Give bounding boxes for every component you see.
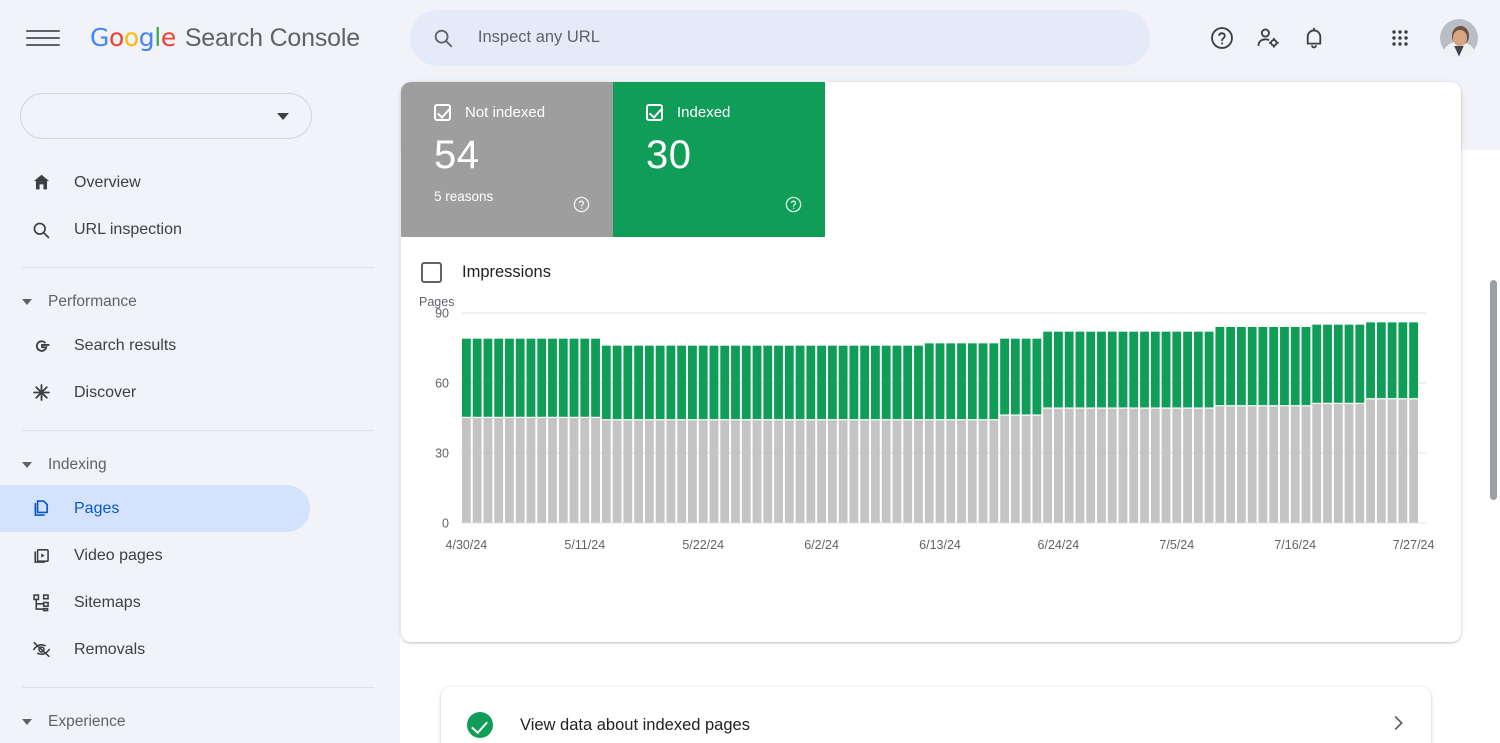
impressions-label: Impressions	[462, 263, 551, 282]
svg-text:6/13/24: 6/13/24	[919, 538, 961, 552]
brand-logo[interactable]: Google Search Console	[90, 23, 360, 53]
pages-copy-icon	[28, 498, 54, 519]
sidebar-item-sitemaps[interactable]: Sitemaps	[0, 579, 310, 626]
chevron-down-icon	[22, 462, 32, 468]
sidebar-item-removals[interactable]: Removals	[0, 626, 310, 673]
sidebar-divider	[22, 687, 374, 688]
sidebar-nav: Overview URL inspection Performance	[0, 75, 400, 743]
discover-asterisk-icon	[28, 382, 54, 403]
google-wordmark: Google	[90, 23, 176, 52]
menu-bar	[26, 44, 60, 46]
sidebar-divider	[22, 267, 374, 268]
video-page-icon	[28, 545, 54, 566]
sidebar-item-label: Overview	[74, 174, 141, 192]
menu-bar	[26, 37, 60, 39]
view-indexed-pages-row[interactable]: View data about indexed pages	[441, 687, 1431, 743]
avatar[interactable]	[1440, 19, 1478, 57]
page-indexing-card: Not indexed 54 5 reasons Indexed 30	[401, 82, 1461, 642]
impressions-toggle[interactable]: Impressions	[401, 237, 1461, 283]
status-card-value: 30	[646, 133, 825, 178]
sidebar-item-label: Search results	[74, 337, 176, 355]
chevron-down-icon	[22, 299, 32, 305]
svg-text:5/11/24: 5/11/24	[564, 538, 605, 552]
sidebar-item-label: Discover	[74, 384, 136, 402]
person-gear-icon[interactable]	[1245, 15, 1291, 61]
checkbox-checked-icon[interactable]	[646, 104, 663, 121]
status-card-indexed[interactable]: Indexed 30	[613, 82, 825, 237]
sidebar-top-items: Overview URL inspection	[0, 159, 400, 253]
chevron-down-icon	[22, 719, 32, 725]
product-name: Search Console	[185, 24, 360, 53]
sidebar-item-label: Pages	[74, 500, 119, 518]
chevron-right-icon	[1387, 712, 1409, 739]
hamburger-menu-icon[interactable]	[26, 21, 60, 55]
search-console-app: Google Search Console	[0, 0, 1500, 743]
sidebar-group-performance[interactable]: Performance	[0, 282, 400, 322]
svg-text:4/30/24: 4/30/24	[446, 538, 488, 552]
sidebar-item-label: Removals	[74, 641, 145, 659]
svg-text:6/24/24: 6/24/24	[1038, 538, 1080, 552]
help-circle-icon[interactable]	[572, 195, 591, 219]
top-app-bar: Google Search Console	[0, 0, 1500, 75]
chart-y-axis-unit: Pages	[419, 295, 454, 309]
checkbox-checked-icon[interactable]	[434, 104, 451, 121]
svg-text:0: 0	[442, 517, 449, 531]
url-inspection-searchbar[interactable]	[410, 10, 1150, 66]
apps-grid-icon[interactable]	[1377, 15, 1423, 61]
sidebar-group-experience[interactable]: Experience	[0, 702, 400, 742]
sitemap-icon	[28, 592, 54, 613]
sidebar-item-url-inspection[interactable]: URL inspection	[0, 206, 310, 253]
sidebar-divider	[22, 430, 374, 431]
svg-text:7/5/24: 7/5/24	[1159, 538, 1194, 552]
search-container	[410, 10, 1150, 66]
sidebar-group-label: Performance	[48, 293, 137, 311]
status-card-header: Not indexed	[434, 104, 613, 121]
sidebar-item-label: Sitemaps	[74, 594, 141, 612]
vertical-scrollbar[interactable]	[1490, 280, 1497, 500]
svg-text:60: 60	[435, 377, 449, 391]
sidebar-group-label: Experience	[48, 713, 126, 731]
search-icon	[432, 27, 454, 49]
sidebar-item-label: Video pages	[74, 547, 163, 565]
svg-text:5/22/24: 5/22/24	[682, 538, 724, 552]
status-card-label: Indexed	[677, 104, 730, 121]
sidebar-item-search-results[interactable]: Search results	[0, 322, 310, 369]
svg-text:7/16/24: 7/16/24	[1274, 538, 1316, 552]
status-card-header: Indexed	[646, 104, 825, 121]
home-icon	[28, 172, 54, 193]
status-card-label: Not indexed	[465, 104, 545, 121]
avatar-face	[1453, 30, 1467, 46]
top-bar-actions	[1199, 15, 1478, 61]
sidebar-group-label: Indexing	[48, 456, 107, 474]
check-circle-icon	[467, 712, 493, 738]
svg-text:7/27/24: 7/27/24	[1393, 538, 1435, 552]
menu-bar	[26, 30, 60, 32]
sidebar-item-discover[interactable]: Discover	[0, 369, 310, 416]
status-card-value: 54	[434, 133, 613, 178]
property-selector[interactable]	[20, 93, 312, 139]
sidebar-item-label: URL inspection	[74, 221, 182, 239]
checkbox-unchecked-icon[interactable]	[421, 262, 442, 283]
help-circle-icon[interactable]	[784, 195, 803, 219]
svg-text:6/2/24: 6/2/24	[804, 538, 839, 552]
sidebar-group-indexing[interactable]: Indexing	[0, 445, 400, 485]
chart-canvas[interactable]: 03060904/30/245/11/245/22/246/2/246/13/2…	[401, 301, 1461, 571]
search-input[interactable]	[478, 28, 1132, 47]
bell-icon[interactable]	[1291, 15, 1337, 61]
search-icon	[28, 220, 54, 240]
sidebar-item-overview[interactable]: Overview	[0, 159, 310, 206]
svg-text:30: 30	[435, 447, 449, 461]
eye-off-icon	[28, 639, 54, 660]
status-card-not-indexed[interactable]: Not indexed 54 5 reasons	[401, 82, 613, 237]
chevron-down-icon	[277, 113, 289, 120]
view-indexed-pages-label: View data about indexed pages	[520, 716, 750, 735]
sidebar-item-video-pages[interactable]: Video pages	[0, 532, 310, 579]
google-g-icon	[28, 335, 54, 356]
sidebar-item-pages[interactable]: Pages	[0, 485, 310, 532]
help-circle-icon[interactable]	[1199, 15, 1245, 61]
status-cards-row: Not indexed 54 5 reasons Indexed 30	[401, 82, 1461, 237]
indexing-chart: Pages 03060904/30/245/11/245/22/246/2/24…	[401, 301, 1461, 571]
